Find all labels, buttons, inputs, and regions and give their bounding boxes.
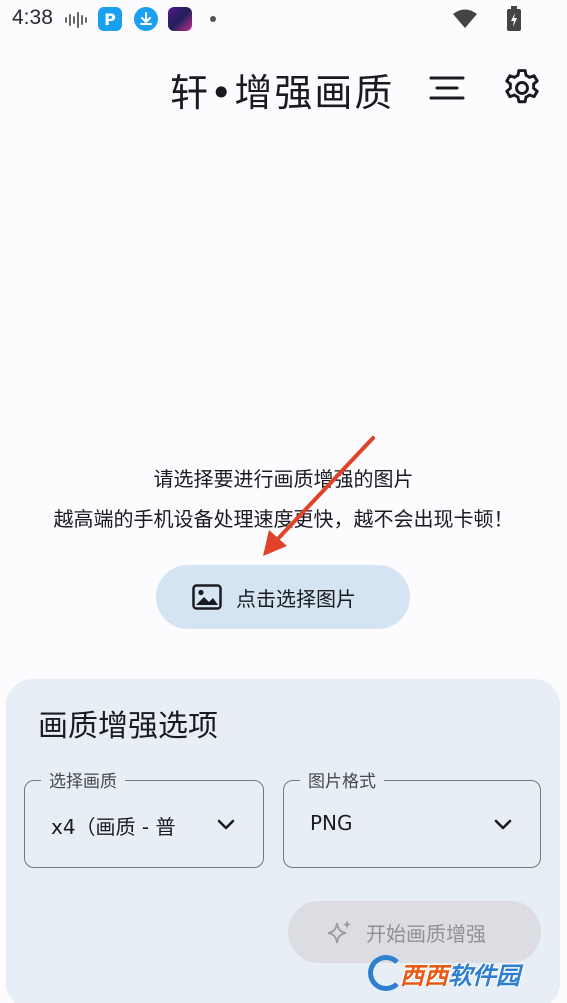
notification-dot-icon [210, 16, 216, 22]
annotation-arrow-icon [263, 436, 375, 556]
wifi-icon [453, 9, 477, 28]
status-time: 4:38 [12, 6, 53, 29]
gear-icon [505, 69, 539, 104]
p-app-icon: P [98, 7, 122, 31]
watermark-c-icon [368, 955, 404, 991]
watermark-text-2: 软件园 [448, 961, 520, 990]
options-title: 画质增强选项 [38, 709, 218, 744]
voice-wave-icon [65, 12, 87, 28]
format-select-label: 图片格式 [300, 767, 384, 792]
watermark-text-1: 西西 [400, 961, 448, 990]
settings-button[interactable] [500, 66, 544, 110]
select-image-button[interactable]: 点击选择图片 [156, 565, 410, 629]
status-bar: 4:38 P [0, 0, 567, 40]
select-image-label: 点击选择图片 [236, 586, 356, 611]
quality-select[interactable]: 选择画质 x4（画质 - 普 [24, 767, 264, 868]
hint-text-performance: 越高端的手机设备处理速度更快，越不会出现卡顿！ [53, 507, 514, 531]
chevron-down-icon [494, 819, 512, 830]
start-enhance-label: 开始画质增强 [366, 921, 486, 946]
format-select-value: PNG [310, 811, 353, 835]
menu-button[interactable] [426, 68, 468, 110]
game-thumbnail-icon [168, 7, 192, 31]
page-title: 轩•增强画质 [170, 71, 395, 115]
format-select[interactable]: 图片格式 PNG [283, 767, 541, 868]
battery-icon [507, 6, 521, 31]
quality-select-value: x4（画质 - 普 [51, 815, 176, 839]
watermark-logo: 西西 软件园 [368, 953, 548, 993]
menu-lines-icon [429, 76, 465, 100]
chevron-down-icon [217, 819, 235, 830]
download-icon [134, 7, 158, 31]
quality-select-label: 选择画质 [41, 767, 125, 792]
hint-text-select: 请选择要进行画质增强的图片 [153, 467, 414, 491]
image-icon [192, 584, 222, 610]
sparkle-icon [327, 920, 351, 944]
